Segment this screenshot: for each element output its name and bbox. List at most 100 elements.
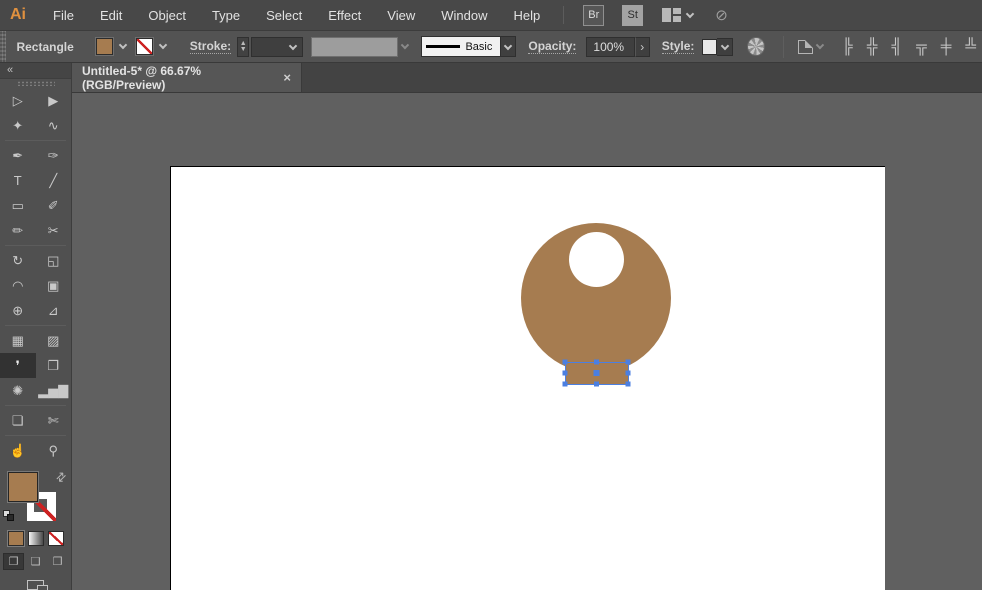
fill-swatch[interactable] <box>96 38 113 55</box>
pen-icon: ✒ <box>12 148 23 164</box>
draw-normal-button[interactable]: ❐ <box>3 553 24 570</box>
tool-eyedropper[interactable]: ❜ <box>0 353 36 378</box>
tool-rectangle[interactable]: ▭ <box>0 193 36 218</box>
opacity-label[interactable]: Opacity: <box>528 39 576 54</box>
tool-shape-builder[interactable]: ⊕ <box>0 298 36 323</box>
stroke-chevron-icon[interactable] <box>159 41 167 49</box>
menu-file[interactable]: File <box>40 8 87 23</box>
opacity-arrow-button[interactable]: › <box>635 37 650 57</box>
tool-paintbrush[interactable]: ✐ <box>36 193 72 218</box>
selection-handle[interactable] <box>626 382 631 387</box>
isolate-chevron-icon[interactable] <box>815 41 823 49</box>
default-fill-stroke-icon[interactable] <box>3 510 14 521</box>
screen-mode-icon[interactable] <box>27 580 44 590</box>
style-label[interactable]: Style: <box>662 39 695 54</box>
selected-object-label: Rectangle <box>16 40 73 54</box>
vertical-align-center-button[interactable]: ╪ <box>935 38 958 55</box>
tool-lasso[interactable]: ∿ <box>36 113 72 138</box>
selection-handle[interactable] <box>626 360 631 365</box>
fill-indicator-brown[interactable] <box>8 472 38 502</box>
none-button[interactable] <box>48 531 64 546</box>
brush-chevron-button[interactable] <box>501 36 517 57</box>
close-tab-icon[interactable]: × <box>283 70 291 85</box>
document-tab-title: Untitled-5* @ 66.67% (RGB/Preview) <box>82 64 269 92</box>
tool-selection[interactable]: ▷ <box>0 88 36 113</box>
fill-color-control[interactable] <box>96 38 126 55</box>
tool-curvature[interactable]: ✑ <box>36 143 72 168</box>
tool-scissors[interactable]: ✂ <box>36 218 72 243</box>
brush-definition-dropdown[interactable]: Basic <box>421 36 500 57</box>
collapse-panel-icon[interactable]: « <box>7 64 13 76</box>
tool-type[interactable]: T <box>0 168 36 193</box>
menu-object[interactable]: Object <box>135 8 199 23</box>
tool-mesh[interactable]: ▦ <box>0 328 36 353</box>
tool-free-transform[interactable]: ▣ <box>36 273 72 298</box>
workspace-switcher-icon[interactable] <box>662 8 681 22</box>
stroke-weight-dropdown[interactable] <box>251 37 303 57</box>
document-tab[interactable]: Untitled-5* @ 66.67% (RGB/Preview) × <box>72 63 302 92</box>
selection-handle[interactable] <box>594 382 599 387</box>
tool-pencil[interactable]: ✏ <box>0 218 36 243</box>
menu-view[interactable]: View <box>374 8 428 23</box>
draw-inside-button[interactable]: ❒ <box>47 553 68 570</box>
tools-panel-header[interactable]: « <box>0 63 71 79</box>
vertical-align-top-button[interactable]: ╦ <box>910 38 933 55</box>
tool-pen[interactable]: ✒ <box>0 143 36 168</box>
gpu-performance-icon[interactable]: ⊘ <box>715 6 728 24</box>
tool-scale[interactable]: ◱ <box>36 248 72 273</box>
tool-line-segment[interactable]: ╱ <box>36 168 72 193</box>
stock-button[interactable]: St <box>622 5 643 26</box>
tool-slice[interactable]: ✄ <box>36 408 72 433</box>
tool-zoom[interactable]: ⚲ <box>36 438 72 463</box>
vertical-align-bottom-button[interactable]: ╩ <box>959 38 982 55</box>
fill-chevron-icon[interactable] <box>119 41 127 49</box>
selection-center-point[interactable] <box>594 370 600 376</box>
horizontal-align-right-button[interactable]: ╣ <box>885 38 908 55</box>
tools-panel-grip[interactable] <box>0 79 71 88</box>
color-button[interactable] <box>8 531 24 546</box>
menu-effect[interactable]: Effect <box>315 8 374 23</box>
menu-help[interactable]: Help <box>500 8 553 23</box>
horizontal-align-center-button[interactable]: ╬ <box>861 38 884 55</box>
selection-handle[interactable] <box>563 360 568 365</box>
workspace-chevron-icon[interactable] <box>686 9 694 17</box>
tool-rotate[interactable]: ↻ <box>0 248 36 273</box>
style-chevron-button[interactable] <box>717 38 733 56</box>
menu-type[interactable]: Type <box>199 8 253 23</box>
tool-blend[interactable]: ❐ <box>36 353 72 378</box>
horizontal-align-left-button[interactable]: ╠ <box>836 38 859 55</box>
gradient-button[interactable] <box>28 531 44 546</box>
stroke-weight-label[interactable]: Stroke: <box>190 39 231 54</box>
draw-behind-button[interactable]: ❑ <box>25 553 46 570</box>
isolate-object-icon[interactable] <box>798 40 813 54</box>
selection-handle[interactable] <box>626 371 631 376</box>
bridge-button[interactable]: Br <box>583 5 604 26</box>
opacity-input[interactable]: 100% <box>586 37 634 57</box>
tool-symbol-sprayer[interactable]: ✺ <box>0 378 36 403</box>
tool-hand[interactable]: ☝ <box>0 438 36 463</box>
stroke-none-swatch[interactable] <box>136 38 153 55</box>
width-profile-dropdown[interactable] <box>311 37 398 57</box>
selection-handle[interactable] <box>563 382 568 387</box>
selection-handle[interactable] <box>594 360 599 365</box>
tool-artboard[interactable]: ❏ <box>0 408 36 433</box>
tool-direct-selection[interactable]: ▶ <box>36 88 72 113</box>
swap-fill-stroke-icon[interactable]: ⇄ <box>52 469 69 486</box>
artboard[interactable] <box>170 166 885 590</box>
recolor-artwork-icon[interactable] <box>747 37 765 56</box>
stroke-color-control[interactable] <box>136 38 166 55</box>
tool-magic-wand[interactable]: ✦ <box>0 113 36 138</box>
style-swatch[interactable] <box>702 39 717 55</box>
selection-handle[interactable] <box>563 371 568 376</box>
menu-edit[interactable]: Edit <box>87 8 135 23</box>
tool-column-graph[interactable]: ▂▅▇ <box>36 378 72 403</box>
menu-select[interactable]: Select <box>253 8 315 23</box>
menu-window[interactable]: Window <box>428 8 500 23</box>
tool-width[interactable]: ◠ <box>0 273 36 298</box>
canvas-pasteboard[interactable] <box>72 93 982 590</box>
pendant-hole-circle[interactable] <box>569 232 624 287</box>
stroke-weight-stepper[interactable]: ▲▼ <box>237 37 249 57</box>
tool-gradient[interactable]: ▨ <box>36 328 72 353</box>
control-bar-grip[interactable] <box>0 31 6 62</box>
tool-perspective-grid[interactable]: ⊿ <box>36 298 72 323</box>
